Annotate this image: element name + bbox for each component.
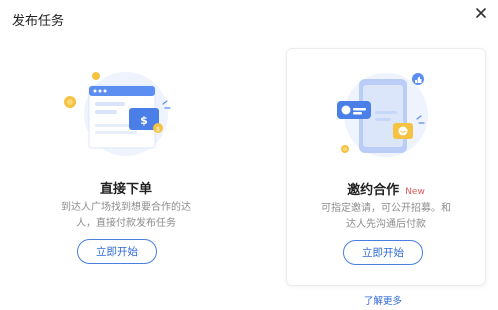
card-title: 直接下单 <box>99 182 152 197</box>
svg-text:$: $ <box>156 126 160 133</box>
card-description: 可指定邀请，可公开招募。和 达人先沟通后付款 <box>307 201 465 233</box>
close-icon <box>476 8 486 18</box>
new-badge: New <box>405 187 425 197</box>
card-description-line: 达人先沟通后付款 <box>346 219 426 230</box>
card-description-line: 到达人广场找到想要合作的达 <box>61 202 191 213</box>
phone-chat-illustration <box>337 73 428 157</box>
invite-cooperation-card: 邀约合作 New 可指定邀请，可公开招募。和 达人先沟通后付款 立即开始 <box>286 48 486 286</box>
card-description: 到达人广场找到想要合作的达 人，直接付款发布任务 <box>47 200 205 232</box>
direct-order-card: $ $ 直接下单 到达人广场找到想要合作的达 人，直接付款发布任务 立即开始 <box>27 48 225 284</box>
dialog-title: 发布任务 <box>12 14 65 29</box>
svg-text:$: $ <box>140 114 148 127</box>
card-description-line: 可指定邀请，可公开招募。和 <box>321 203 451 214</box>
learn-more-link[interactable]: 了解更多 <box>364 293 402 307</box>
start-now-button[interactable]: 立即开始 <box>343 240 423 265</box>
webpage-payment-illustration: $ $ <box>64 72 171 156</box>
card-title-text: 邀约合作 <box>347 183 400 198</box>
close-button[interactable] <box>472 4 490 22</box>
card-description-line: 人，直接付款发布任务 <box>76 218 176 229</box>
card-title: 邀约合作 New <box>287 179 485 198</box>
start-now-button[interactable]: 立即开始 <box>77 239 157 264</box>
